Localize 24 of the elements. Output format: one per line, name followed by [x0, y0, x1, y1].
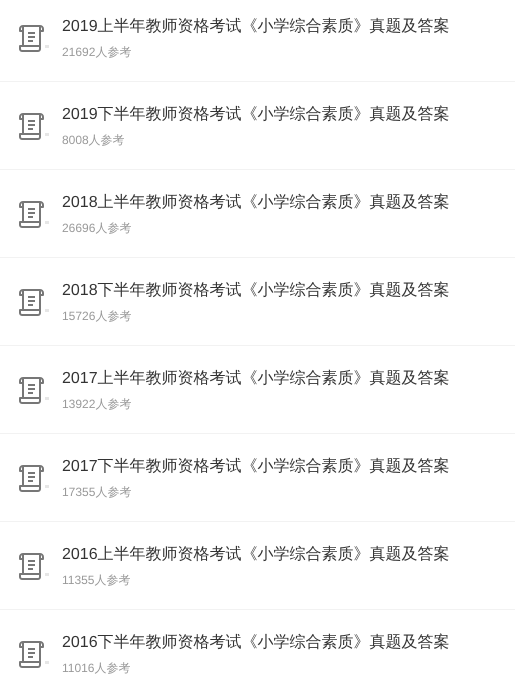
reference-count: 13922人参考: [62, 396, 132, 412]
scroll-icon: [18, 110, 50, 140]
scroll-icon: [18, 462, 50, 492]
scroll-icon: [18, 286, 50, 316]
scroll-icon: [18, 22, 50, 52]
reference-count: 21692人参考: [62, 44, 132, 60]
reference-count: 8008人参考: [62, 132, 126, 148]
item-title: 2019下半年教师资格考试《小学综合素质》真题及答案: [62, 104, 450, 124]
item-title: 2019上半年教师资格考试《小学综合素质》真题及答案: [62, 16, 450, 36]
reference-count: 15726人参考: [62, 308, 132, 324]
reference-count: 26696人参考: [62, 220, 132, 236]
scroll-icon: [18, 374, 50, 404]
reference-count: 11355人参考: [62, 572, 132, 588]
reference-count: 11016人参考: [62, 660, 132, 676]
reference-count: 17355人参考: [62, 484, 132, 500]
scroll-icon: [18, 198, 50, 228]
item-title: 2017上半年教师资格考试《小学综合素质》真题及答案: [62, 368, 450, 388]
item-title: 2018下半年教师资格考试《小学综合素质》真题及答案: [62, 280, 450, 300]
item-title: 2016上半年教师资格考试《小学综合素质》真题及答案: [62, 544, 450, 564]
item-title: 2018上半年教师资格考试《小学综合素质》真题及答案: [62, 192, 450, 212]
scroll-icon: [18, 550, 50, 580]
scroll-icon: [18, 638, 50, 668]
item-title: 2017下半年教师资格考试《小学综合素质》真题及答案: [62, 456, 450, 476]
item-title: 2016下半年教师资格考试《小学综合素质》真题及答案: [62, 632, 450, 652]
